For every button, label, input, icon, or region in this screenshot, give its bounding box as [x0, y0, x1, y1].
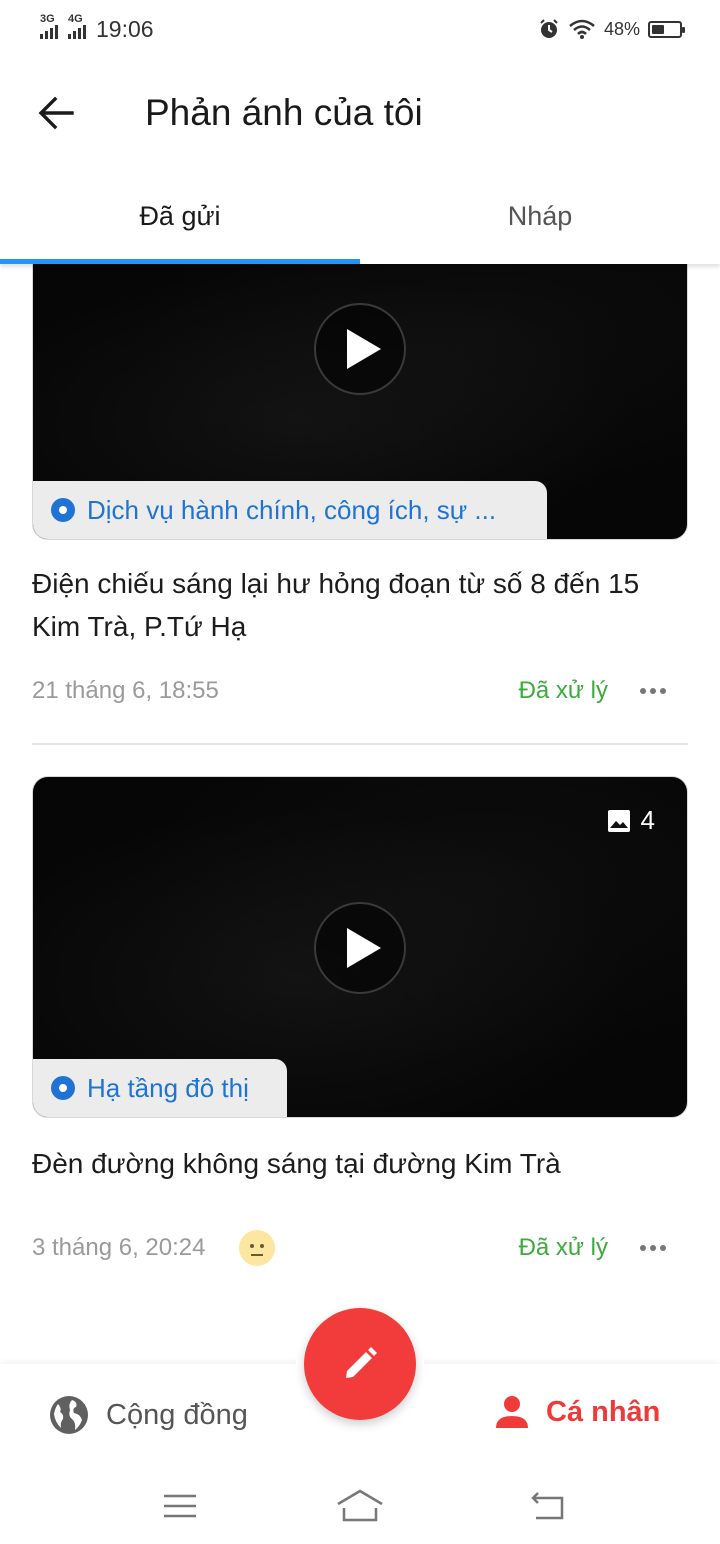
more-options-button[interactable]	[638, 688, 668, 694]
system-home-button[interactable]	[330, 1486, 390, 1526]
status-badge: Đã xử lý	[518, 1234, 608, 1261]
video-thumbnail[interactable]: Dịch vụ hành chính, công ích, sự ...	[32, 264, 688, 540]
divider	[32, 743, 688, 745]
create-feedback-button[interactable]	[304, 1308, 416, 1420]
category-dot-icon	[51, 1076, 75, 1100]
tab-bar: Đã gửi Nháp	[0, 168, 720, 264]
feedback-date: 3 tháng 6, 20:24	[32, 1234, 206, 1261]
system-back-button[interactable]	[518, 1486, 578, 1526]
signal-bar	[50, 28, 53, 39]
category-chip[interactable]: Hạ tầng đô thị	[33, 1059, 287, 1117]
play-icon	[347, 329, 381, 369]
signal-bar	[40, 34, 43, 39]
feedback-meta: 21 tháng 6, 18:55 Đã xử lý	[32, 671, 688, 711]
nav-personal-label: Cá nhân	[546, 1395, 661, 1428]
more-dot-icon	[660, 1245, 666, 1251]
network-type-1: 3G	[40, 13, 55, 25]
more-dot-icon	[640, 688, 646, 694]
feedback-title[interactable]: Điện chiếu sáng lại hư hỏng đoạn từ số 8…	[32, 562, 688, 648]
menu-icon	[164, 1494, 196, 1518]
tab-sent[interactable]: Đã gửi	[0, 168, 360, 264]
system-menu-button[interactable]	[150, 1486, 210, 1526]
image-icon	[607, 809, 630, 832]
wifi-icon	[569, 19, 595, 39]
signal-4g-icon: 4G	[68, 13, 86, 39]
network-type-2: 4G	[68, 13, 83, 25]
app-bar: Phản ánh của tôi	[0, 58, 720, 168]
nav-personal[interactable]: Cá nhân	[494, 1394, 660, 1430]
nav-community-label: Cộng đồng	[106, 1398, 248, 1431]
signal-bar	[55, 25, 58, 39]
globe-icon	[50, 1396, 88, 1434]
photo-count: 4	[607, 805, 655, 836]
emoji-eye	[250, 1244, 255, 1248]
battery-fill	[652, 24, 665, 34]
alarm-icon	[540, 19, 558, 38]
more-options-button[interactable]	[638, 1245, 668, 1251]
photo-count-value: 4	[640, 805, 655, 835]
signal-bar	[83, 25, 86, 39]
battery-percent: 48%	[603, 18, 640, 39]
category-label: Hạ tầng đô thị	[87, 1072, 249, 1103]
status-badge: Đã xử lý	[518, 677, 608, 704]
signal-3g-icon: 3G	[40, 13, 58, 39]
neutral-face-icon	[239, 1230, 276, 1266]
feedback-title[interactable]: Đèn đường không sáng tại đường Kim Trà	[32, 1142, 688, 1185]
play-button[interactable]	[314, 902, 406, 994]
category-chip[interactable]: Dịch vụ hành chính, công ích, sự ...	[33, 481, 547, 539]
feedback-meta: 3 tháng 6, 20:24 Đã xử lý	[32, 1228, 688, 1268]
nav-community[interactable]: Cộng đồng	[48, 1394, 248, 1436]
video-thumbnail[interactable]: 4 Hạ tầng đô thị	[32, 776, 688, 1118]
signal-bar	[73, 31, 76, 39]
back-button[interactable]	[0, 58, 112, 168]
status-bar: 3G 4G 19:06 48%	[0, 0, 720, 58]
pencil-icon	[346, 1347, 377, 1378]
more-dot-icon	[650, 688, 656, 694]
signal-bar	[78, 28, 81, 39]
more-dot-icon	[650, 1245, 656, 1251]
back-icon	[531, 1492, 564, 1520]
arrow-left-icon	[38, 96, 74, 130]
play-button[interactable]	[314, 303, 406, 395]
person-icon	[496, 1396, 528, 1428]
emoji-eye	[260, 1244, 265, 1248]
feedback-date: 21 tháng 6, 18:55	[32, 677, 219, 704]
signal-bar	[45, 31, 48, 39]
page-title: Phản ánh của tôi	[145, 92, 423, 133]
signal-bar	[68, 34, 71, 39]
home-icon	[337, 1489, 383, 1522]
status-time: 19:06	[96, 15, 154, 42]
tab-drafts[interactable]: Nháp	[360, 168, 720, 264]
play-icon	[347, 928, 381, 968]
status-right: 48%	[538, 18, 685, 40]
status-left: 3G 4G 19:06	[40, 13, 154, 43]
system-navigation-bar	[0, 1468, 720, 1544]
category-label: Dịch vụ hành chính, công ích, sự ...	[87, 494, 497, 525]
category-dot-icon	[51, 498, 75, 522]
battery-icon	[648, 20, 685, 38]
more-dot-icon	[660, 688, 666, 694]
emoji-mouth	[251, 1254, 264, 1256]
more-dot-icon	[640, 1245, 646, 1251]
feedback-list[interactable]: Dịch vụ hành chính, công ích, sự ... Điệ…	[0, 264, 720, 1364]
